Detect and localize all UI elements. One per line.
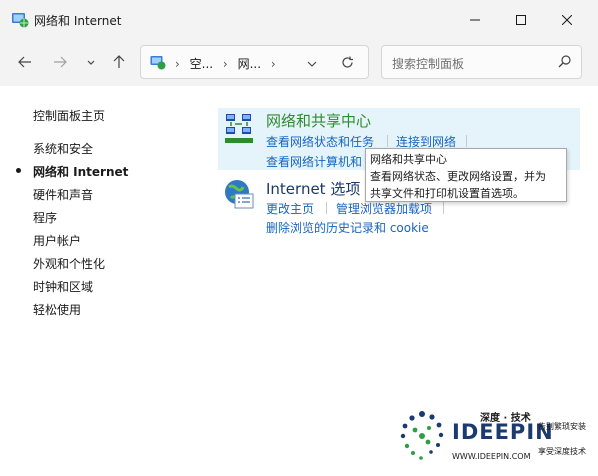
breadcrumb-separator: › [175,57,180,71]
up-button[interactable] [108,52,130,74]
link-separator [466,135,467,147]
delete-browsing-history-link[interactable]: 删除浏览的历史记录和 cookie [266,219,429,236]
sidebar-item-ease-of-access[interactable]: 轻松使用 [33,301,81,318]
internet-options-icon [223,178,255,215]
forward-button[interactable] [49,52,71,74]
tooltip-title: 网络和共享中心 [370,153,447,166]
link-separator [326,202,327,214]
view-network-status-link[interactable]: 查看网络状态和任务 [266,133,374,150]
arrow-up-icon [112,54,126,72]
control-panel-icon [150,54,166,73]
change-home-page-link[interactable]: 更改主页 [266,200,314,217]
search-box[interactable]: 搜索控制面板 [381,45,582,79]
breadcrumb-separator: › [222,57,228,71]
internet-options-title[interactable]: Internet 选项 [266,178,360,199]
back-button[interactable] [14,52,36,74]
current-item-bullet [16,168,21,173]
breadcrumb: › 空... › 网... › [175,55,282,72]
watermark-slogan: 享受深度技术 [538,447,586,456]
sidebar-item-clock-region[interactable]: 时钟和区域 [33,278,93,295]
title-bar: 网络和 Internet [0,0,598,40]
arrow-left-icon [18,55,32,72]
tooltip-line: 共享文件和打印机设置首选项。 [370,187,524,200]
sidebar-item-network-internet[interactable]: 网络和 Internet [33,163,128,180]
chevron-down-icon [86,56,96,70]
tooltip: 网络和共享中心 查看网络状态、更改网络设置，并为 共享文件和打印机设置首选项。 [365,148,567,202]
maximize-icon [516,15,526,25]
breadcrumb-separator: › [270,57,276,71]
breadcrumb-item[interactable]: 空... [190,57,213,71]
address-bar[interactable]: › 空... › 网... › [140,45,369,79]
link-separator [443,202,444,214]
close-button[interactable] [544,0,590,40]
watermark-slogan: 告别繁琐安装 [538,422,586,431]
link-separator [387,135,388,147]
control-panel-window: 网络和 Internet › 空... › 网... › 搜索控制面板 控制面板… [0,0,598,476]
minimize-button[interactable] [452,0,498,40]
ideepin-logo-icon [395,406,449,469]
watermark: 深度 · 技术 IDEEPIN WWW.IDEEPIN.COM 告别繁琐安装 享… [395,404,595,470]
search-placeholder: 搜索控制面板 [392,57,465,71]
sidebar-item-appearance[interactable]: 外观和个性化 [33,255,105,272]
sidebar-item-hardware-sound[interactable]: 硬件和声音 [33,186,93,203]
watermark-url: WWW.IDEEPIN.COM [452,452,531,461]
sidebar-item-home[interactable]: 控制面板主页 [33,107,105,124]
address-dropdown-icon[interactable] [307,58,317,72]
breadcrumb-item[interactable]: 网... [238,57,261,71]
navigation-bar: › 空... › 网... › 搜索控制面板 [0,40,598,86]
sidebar: 控制面板主页 系统和安全 网络和 Internet 硬件和声音 程序 用户帐户 … [0,86,200,476]
view-network-computers-link[interactable]: 查看网络计算机和 [266,153,362,170]
search-icon[interactable] [558,55,571,71]
network-globe-icon [11,10,29,28]
sidebar-item-system-security[interactable]: 系统和安全 [33,140,93,157]
arrow-right-icon [53,55,67,72]
sidebar-item-programs[interactable]: 程序 [33,209,57,226]
minimize-icon [470,15,480,25]
close-icon [562,15,572,25]
tooltip-line: 查看网络状态、更改网络设置，并为 [370,170,546,183]
sidebar-item-user-accounts[interactable]: 用户帐户 [33,232,81,249]
network-sharing-center-icon [223,112,255,149]
window-title: 网络和 Internet [34,14,122,28]
maximize-button[interactable] [498,0,544,40]
network-sharing-center-title[interactable]: 网络和共享中心 [266,110,371,131]
manage-addons-link[interactable]: 管理浏览器加载项 [336,200,432,217]
recent-locations-button[interactable] [80,52,102,74]
refresh-icon[interactable] [341,56,354,72]
